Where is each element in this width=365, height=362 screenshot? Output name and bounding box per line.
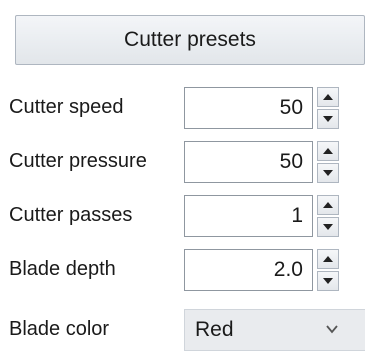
cutter-speed-row: Cutter speed 50	[0, 83, 365, 131]
cutter-speed-value: 50	[279, 96, 303, 119]
cutter-passes-value: 1	[291, 204, 303, 227]
cutter-speed-spinner	[317, 87, 339, 129]
blade-depth-decrement-button[interactable]	[317, 271, 339, 291]
cutter-passes-input[interactable]: 1	[184, 195, 313, 237]
blade-depth-input[interactable]: 2.0	[184, 249, 313, 291]
blade-depth-spinner	[317, 249, 339, 291]
blade-color-row: Blade color Red	[0, 305, 365, 353]
cutter-presets-button[interactable]: Cutter presets	[15, 15, 365, 65]
cutter-passes-row: Cutter passes 1	[0, 191, 365, 239]
cutter-passes-label: Cutter passes	[9, 204, 133, 226]
cutter-settings-panel: Cutter presets Cutter speed 50 Cutter pr…	[0, 0, 365, 362]
cutter-presets-label: Cutter presets	[124, 28, 256, 51]
blade-color-select[interactable]: Red	[184, 309, 365, 351]
cutter-passes-decrement-button[interactable]	[317, 217, 339, 237]
cutter-pressure-decrement-button[interactable]	[317, 163, 339, 183]
blade-color-label: Blade color	[9, 318, 110, 340]
triangle-up-icon	[323, 202, 333, 208]
cutter-speed-increment-button[interactable]	[317, 87, 339, 107]
blade-depth-value: 2.0	[273, 258, 303, 281]
cutter-pressure-label: Cutter pressure	[9, 150, 147, 172]
cutter-passes-increment-button[interactable]	[317, 195, 339, 215]
triangle-down-icon	[323, 278, 333, 284]
chevron-down-icon	[326, 325, 338, 334]
triangle-down-icon	[323, 116, 333, 122]
blade-depth-label: Blade depth	[9, 258, 116, 280]
cutter-speed-label: Cutter speed	[9, 96, 124, 118]
triangle-up-icon	[323, 256, 333, 262]
cutter-pressure-row: Cutter pressure 50	[0, 137, 365, 185]
triangle-down-icon	[323, 224, 333, 230]
blade-depth-row: Blade depth 2.0	[0, 245, 365, 293]
cutter-passes-spinner	[317, 195, 339, 237]
triangle-up-icon	[323, 148, 333, 154]
cutter-pressure-spinner	[317, 141, 339, 183]
cutter-pressure-input[interactable]: 50	[184, 141, 313, 183]
cutter-pressure-increment-button[interactable]	[317, 141, 339, 161]
triangle-up-icon	[323, 94, 333, 100]
cutter-speed-input[interactable]: 50	[184, 87, 313, 129]
cutter-pressure-value: 50	[279, 150, 303, 173]
cutter-speed-decrement-button[interactable]	[317, 109, 339, 129]
blade-depth-increment-button[interactable]	[317, 249, 339, 269]
blade-color-selected-value: Red	[195, 318, 234, 341]
triangle-down-icon	[323, 170, 333, 176]
